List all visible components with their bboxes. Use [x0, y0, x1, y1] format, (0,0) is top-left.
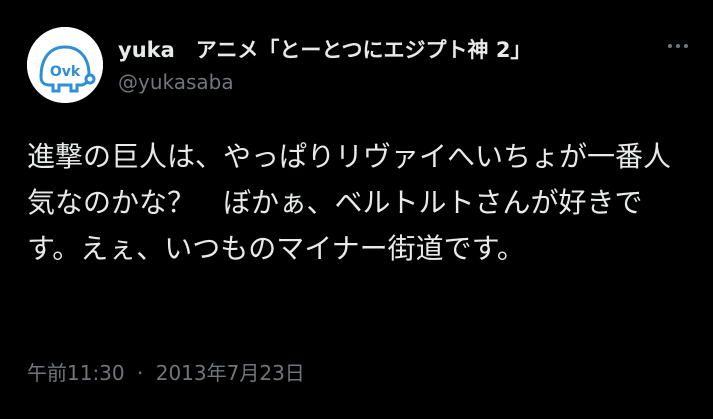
timestamp-separator: ·	[137, 361, 144, 385]
tweet-text: 進撃の巨人は、やっぱりリヴァイへいちょが一番人気なのかな？ ぼかぁ、ベルトルトさ…	[27, 140, 672, 265]
more-options-button[interactable]	[660, 32, 696, 60]
tweet-timestamp: 午前11:30 · 2013年7月23日	[27, 357, 305, 386]
user-handle[interactable]: @yukasaba	[118, 70, 234, 94]
tweet-card: Ovk yuka アニメ「とーとつにエジプト神 2」 @yukasaba 進撃の…	[0, 0, 713, 419]
mascot-avatar-icon: Ovk	[27, 27, 103, 103]
more-horizontal-icon-dot	[684, 44, 688, 48]
display-name-row: yuka アニメ「とーとつにエジプト神 2」	[118, 34, 658, 64]
more-horizontal-icon	[668, 44, 672, 48]
display-name[interactable]: yuka アニメ「とーとつにエジプト神 2」	[118, 38, 531, 62]
more-horizontal-icon-dot	[676, 44, 680, 48]
tweet-date[interactable]: 2013年7月23日	[156, 361, 305, 385]
avatar-text: Ovk	[50, 64, 81, 80]
tweet-time[interactable]: 午前11:30	[27, 361, 125, 385]
avatar[interactable]: Ovk	[27, 27, 103, 103]
